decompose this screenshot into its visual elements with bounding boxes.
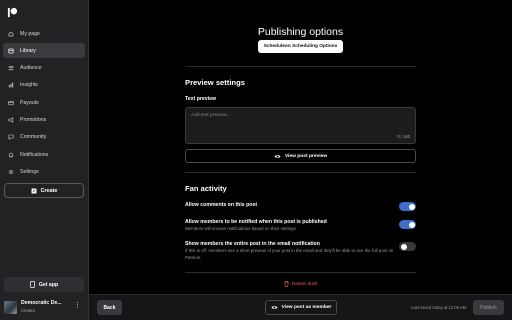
sidebar-item-library[interactable]: Library: [3, 43, 85, 59]
bell-icon: [8, 152, 14, 158]
toggle-knob: [408, 203, 415, 210]
view-as-member-label: View post as member: [281, 305, 332, 310]
create-icon: [31, 188, 37, 193]
notify-members-label: Allow members to be notified when this p…: [185, 219, 327, 225]
char-count: 0 / 140: [397, 134, 410, 139]
sidebar-item-label: Insights: [20, 82, 38, 89]
full-post-email-description: If this is off, members see a short prev…: [185, 248, 394, 260]
payouts-icon: [8, 100, 14, 106]
page-title: Publishing options: [257, 26, 344, 38]
view-as-member-button[interactable]: View post as member: [265, 300, 337, 315]
text-preview-placeholder: Add text preview...: [191, 113, 231, 118]
create-button[interactable]: Create: [4, 183, 84, 198]
view-post-preview-button[interactable]: View post preview: [185, 149, 416, 163]
publishing-options-panel: Publishing options Scheduleon Scheduling…: [89, 0, 512, 294]
allow-comments-toggle[interactable]: [399, 202, 416, 211]
library-icon: [8, 48, 14, 54]
sidebar-item-audience[interactable]: Audience: [3, 61, 85, 76]
notify-members-description: Members will receive notifications based…: [185, 226, 296, 231]
sidebar-item-label: Promotions: [20, 116, 47, 123]
eye-icon: [270, 305, 278, 310]
create-button-label: Create: [40, 187, 58, 194]
sidebar-item-label: Payouts: [20, 99, 39, 106]
preview-settings-heading: Preview settings: [185, 78, 245, 87]
patreon-logo-icon[interactable]: [7, 7, 18, 18]
schedule-button[interactable]: Scheduleon Scheduling Options: [258, 40, 343, 53]
sidebar-item-my-page[interactable]: My page: [3, 26, 85, 41]
sidebar-item-label: Settings: [20, 168, 39, 175]
profile-name: Democratic De...: [21, 300, 62, 307]
full-post-email-label: Show members the entire post in the emai…: [185, 241, 320, 247]
community-icon: [8, 134, 14, 141]
sidebar-item-notifications[interactable]: Notifications: [3, 147, 85, 162]
full-post-email-toggle[interactable]: [399, 242, 416, 251]
divider: [185, 172, 416, 173]
sidebar-item-label: Library: [20, 47, 36, 54]
sidebar-nav: My page Library Audience Insights Payout…: [3, 26, 85, 182]
last-saved-status: Last saved today at 12:06 AM: [411, 305, 467, 310]
divider: [185, 272, 416, 273]
sidebar-item-insights[interactable]: Insights: [3, 78, 85, 93]
delete-draft-button[interactable]: Delete draft: [89, 281, 512, 287]
sidebar-item-promotions[interactable]: Promotions: [3, 112, 85, 127]
divider: [185, 66, 416, 67]
publish-button[interactable]: Publish: [473, 300, 504, 315]
back-button[interactable]: Back: [97, 300, 122, 315]
gear-icon: [8, 169, 14, 175]
sidebar-item-label: Audience: [20, 65, 42, 72]
insights-icon: [8, 82, 14, 88]
sidebar: My page Library Audience Insights Payout…: [0, 0, 89, 320]
profile-role: Creator: [21, 307, 35, 313]
text-preview-input[interactable]: Add text preview... 0 / 140: [185, 107, 416, 144]
more-vertical-icon[interactable]: ⋮: [74, 302, 81, 309]
user-icon: [8, 31, 14, 37]
profile-menu[interactable]: Democratic De... Creator ⋮: [4, 298, 86, 316]
toggle-knob: [408, 221, 415, 228]
sidebar-item-label: My page: [20, 30, 40, 37]
sidebar-item-community[interactable]: Community: [3, 130, 85, 145]
toggle-knob: [400, 243, 407, 250]
view-post-preview-label: View post preview: [284, 153, 328, 159]
fan-activity-heading: Fan activity: [185, 184, 227, 193]
allow-comments-label: Allow comments on this post: [185, 202, 258, 208]
audience-icon: [8, 65, 14, 71]
phone-icon: [29, 281, 35, 288]
text-preview-label: Text preview: [185, 96, 217, 102]
promotions-icon: [8, 117, 14, 123]
delete-draft-label: Delete draft: [291, 281, 318, 287]
avatar: [4, 300, 17, 314]
sidebar-item-payouts[interactable]: Payouts: [3, 95, 85, 110]
sidebar-item-label: Community: [20, 134, 47, 141]
sidebar-item-settings[interactable]: Settings: [3, 164, 85, 179]
eye-icon: [274, 154, 281, 158]
get-app-label: Get app: [38, 281, 59, 288]
bottom-action-bar: Back View post as member Last saved toda…: [89, 294, 512, 320]
sidebar-item-label: Notifications: [20, 151, 49, 158]
trash-icon: [284, 281, 289, 287]
get-app-button[interactable]: Get app: [4, 277, 84, 292]
notify-members-toggle[interactable]: [399, 220, 416, 229]
